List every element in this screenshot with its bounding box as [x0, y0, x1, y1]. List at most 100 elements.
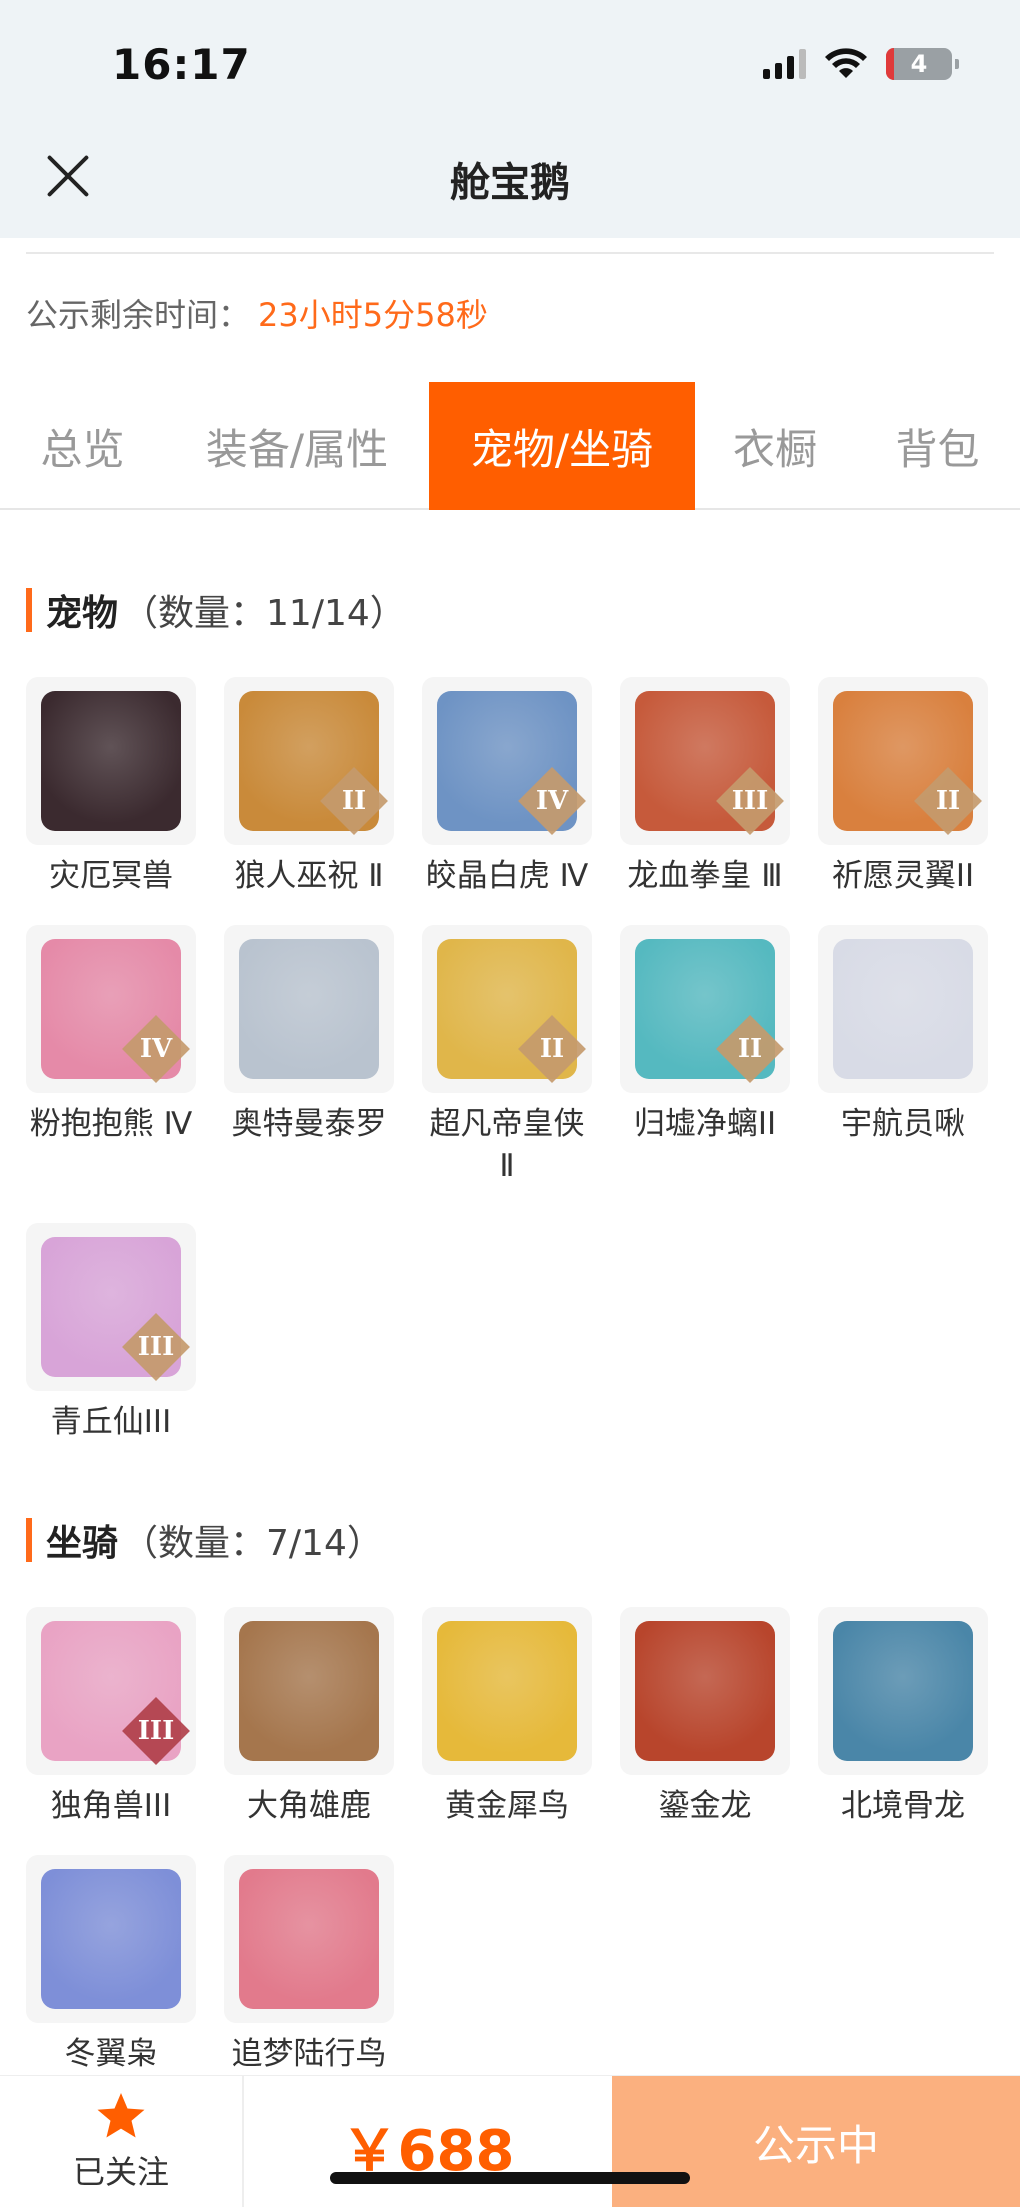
pet-item[interactable]: 宇航员啾 — [818, 925, 988, 1223]
pets-section-title: 宠物 （数量：11/14） — [26, 584, 406, 636]
pet-name: 青丘仙III — [50, 1404, 172, 1440]
mount-item[interactable]: 追梦陆行鸟 — [224, 1855, 394, 2103]
pet-name: 皎晶白虎 Ⅳ — [425, 858, 589, 894]
pet-item[interactable]: 灾厄冥兽 — [26, 677, 196, 925]
pet-item[interactable]: II 狼人巫祝 Ⅱ — [224, 677, 394, 925]
pet-thumbnail: III — [26, 1223, 196, 1391]
price: ￥688 — [341, 2118, 515, 2184]
mount-item[interactable]: 大角雄鹿 — [224, 1607, 394, 1855]
status-icons: 4 — [763, 48, 959, 80]
star-icon — [97, 2093, 145, 2138]
mount-image — [833, 1621, 973, 1761]
pet-image — [41, 691, 181, 831]
pet-item[interactable]: 奥特曼泰罗 — [224, 925, 394, 1223]
rank-badge-text: IV — [139, 1034, 173, 1064]
pet-item[interactable]: IV 皎晶白虎 Ⅳ — [422, 677, 592, 925]
tab-bar: 总览 装备/属性 宠物/坐骑 衣橱 背包 — [0, 382, 1020, 510]
pet-name: 宇航员啾 — [841, 1106, 965, 1142]
cellular-signal-icon — [763, 49, 806, 79]
mount-name: 大角雄鹿 — [247, 1788, 371, 1824]
rank-badge-text: II — [935, 786, 961, 816]
mount-thumbnail — [620, 1607, 790, 1775]
mount-thumbnail — [818, 1607, 988, 1775]
mount-item[interactable]: III 独角兽III — [26, 1607, 196, 1855]
rank-badge-text: III — [137, 1332, 175, 1362]
pet-image — [833, 939, 973, 1079]
page-title: 舱宝鹅 — [450, 160, 570, 206]
pet-item[interactable]: III 龙血拳皇 Ⅲ — [620, 677, 790, 925]
rank-badge-text: II — [341, 786, 367, 816]
pet-item[interactable]: II 超凡帝皇侠Ⅱ — [422, 925, 592, 1223]
pet-name: 狼人巫祝 Ⅱ — [234, 858, 384, 894]
tab-wardrobe[interactable]: 衣橱 — [695, 382, 855, 510]
tab-overview[interactable]: 总览 — [0, 382, 165, 510]
rank-badge-text: IV — [535, 786, 569, 816]
mount-item[interactable]: 冬翼枭 — [26, 1855, 196, 2103]
mount-thumbnail: III — [26, 1607, 196, 1775]
rank-badge-text: II — [737, 1034, 763, 1064]
mounts-grid: III 独角兽III 大角雄鹿 黄金犀鸟 鎏金龙 北境骨龙 冬翼枭 追梦陆行鸟 — [26, 1607, 996, 2103]
pet-thumbnail: IV — [26, 925, 196, 1093]
pet-item[interactable]: III 青丘仙III — [26, 1223, 196, 1471]
mount-thumbnail — [422, 1607, 592, 1775]
mounts-title: 坐骑 — [46, 1523, 119, 1564]
mount-item[interactable]: 黄金犀鸟 — [422, 1607, 592, 1855]
bottom-action-bar: 已关注 ￥688 公示中 — [0, 2075, 1020, 2207]
pet-thumbnail: II — [620, 925, 790, 1093]
mounts-count: （数量：7/14） — [122, 1523, 383, 1564]
pet-thumbnail: II — [422, 925, 592, 1093]
countdown: 公示剩余时间： 23小时5分58秒 — [26, 290, 488, 336]
pet-item[interactable]: IV 粉抱抱熊 Ⅳ — [26, 925, 196, 1223]
pet-image — [239, 939, 379, 1079]
mount-image — [41, 1869, 181, 2009]
countdown-value: 23小时5分58秒 — [258, 296, 488, 334]
rank-badge-text: III — [137, 1716, 175, 1746]
pets-title: 宠物 — [46, 593, 119, 634]
pet-name: 粉抱抱熊 Ⅳ — [29, 1106, 193, 1142]
mounts-section-title: 坐骑 （数量：7/14） — [26, 1514, 383, 1566]
pet-thumbnail: II — [818, 677, 988, 845]
mount-image — [635, 1621, 775, 1761]
divider — [26, 252, 994, 254]
mount-thumbnail — [224, 1855, 394, 2023]
section-accent-bar — [26, 1518, 32, 1562]
pet-name: 归墟净螭II — [633, 1106, 777, 1142]
status-and-nav-area: 16:17 4 舱宝鹅 — [0, 0, 1020, 238]
mount-thumbnail — [26, 1855, 196, 2023]
pet-thumbnail — [818, 925, 988, 1093]
pet-name: 超凡帝皇侠Ⅱ — [429, 1106, 585, 1184]
wifi-icon — [825, 48, 867, 78]
mount-name: 追梦陆行鸟 — [231, 2036, 387, 2072]
pets-grid: 灾厄冥兽 II 狼人巫祝 Ⅱ IV 皎晶白虎 Ⅳ III 龙血拳皇 Ⅲ II 祈… — [26, 677, 996, 1471]
battery-icon: 4 — [886, 48, 959, 80]
pet-name: 祈愿灵翼II — [831, 858, 975, 894]
mount-item[interactable]: 鎏金龙 — [620, 1607, 790, 1855]
pet-item[interactable]: II 祈愿灵翼II — [818, 677, 988, 925]
mount-item[interactable]: 北境骨龙 — [818, 1607, 988, 1855]
mount-name: 鎏金龙 — [658, 1788, 752, 1824]
mount-image — [239, 1869, 379, 2009]
pet-name: 奥特曼泰罗 — [231, 1106, 387, 1142]
follow-label: 已关注 — [72, 2153, 169, 2191]
mount-thumbnail — [224, 1607, 394, 1775]
pets-count: （数量：11/14） — [122, 593, 406, 634]
tab-pets-mounts[interactable]: 宠物/坐骑 — [429, 382, 695, 510]
mount-name: 独角兽III — [50, 1788, 172, 1824]
home-indicator — [330, 2172, 690, 2184]
pet-thumbnail — [26, 677, 196, 845]
status-time: 16:17 — [112, 40, 251, 89]
tab-backpack[interactable]: 背包 — [855, 382, 1020, 510]
pet-thumbnail: II — [224, 677, 394, 845]
public-notice-status-button[interactable]: 公示中 — [612, 2076, 1020, 2207]
mount-image — [437, 1621, 577, 1761]
rank-badge-text: II — [539, 1034, 565, 1064]
follow-button[interactable]: 已关注 — [0, 2076, 244, 2207]
section-accent-bar — [26, 588, 32, 632]
countdown-label: 公示剩余时间： — [26, 296, 251, 334]
pet-name: 龙血拳皇 Ⅲ — [627, 858, 783, 894]
tab-equipment-attributes[interactable]: 装备/属性 — [165, 382, 429, 510]
mount-image — [239, 1621, 379, 1761]
pet-item[interactable]: II 归墟净螭II — [620, 925, 790, 1223]
mount-name: 黄金犀鸟 — [445, 1788, 569, 1824]
mount-name: 北境骨龙 — [841, 1788, 965, 1824]
